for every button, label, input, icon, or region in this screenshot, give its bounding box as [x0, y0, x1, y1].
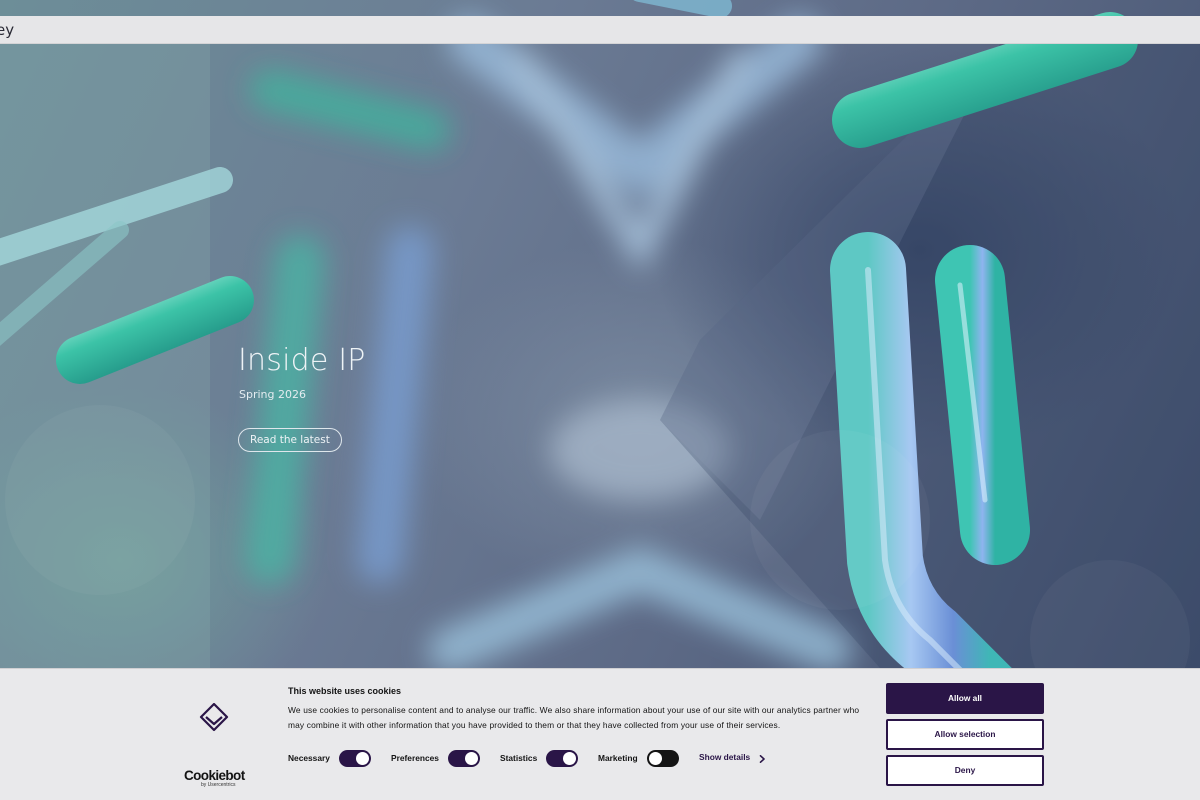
consent-necessary: Necessary: [288, 749, 371, 767]
statistics-toggle[interactable]: [546, 749, 579, 767]
consent-label: Statistics: [500, 753, 538, 763]
preferences-toggle[interactable]: [447, 749, 480, 767]
consent-label: Preferences: [391, 753, 439, 763]
site-brand-fragment[interactable]: ey: [0, 21, 14, 39]
toggle-knob: [355, 751, 369, 765]
allow-selection-button[interactable]: Allow selection: [886, 719, 1044, 750]
cookiebot-byline: by Usercentrics: [201, 782, 236, 788]
diamond-chevron-icon: [199, 703, 229, 732]
toggle-knob: [464, 751, 478, 765]
consent-preferences: Preferences: [391, 749, 480, 767]
necessary-toggle[interactable]: [338, 749, 371, 767]
marketing-toggle[interactable]: [646, 749, 679, 767]
hero-subtitle: Spring 2026: [239, 388, 306, 401]
cookiebot-logo: Cookiebot: [184, 768, 245, 783]
deny-button[interactable]: Deny: [886, 755, 1044, 786]
allow-all-button[interactable]: Allow all: [886, 683, 1044, 714]
read-the-latest-button[interactable]: Read the latest: [238, 428, 342, 452]
chevron-right-icon[interactable]: [759, 755, 766, 763]
hero-title: Inside IP: [238, 343, 366, 378]
toggle-knob: [563, 751, 577, 765]
cookie-banner-body: We use cookies to personalise content an…: [288, 705, 860, 730]
consent-label: Marketing: [598, 753, 638, 763]
site-header-strip: ey: [0, 16, 1200, 44]
consent-statistics: Statistics: [500, 749, 579, 767]
show-details-link[interactable]: Show details: [699, 752, 750, 762]
consent-marketing: Marketing: [598, 749, 679, 767]
cookie-banner-title: This website uses cookies: [288, 686, 402, 696]
toggle-knob: [648, 751, 662, 765]
consent-label: Necessary: [288, 753, 330, 763]
